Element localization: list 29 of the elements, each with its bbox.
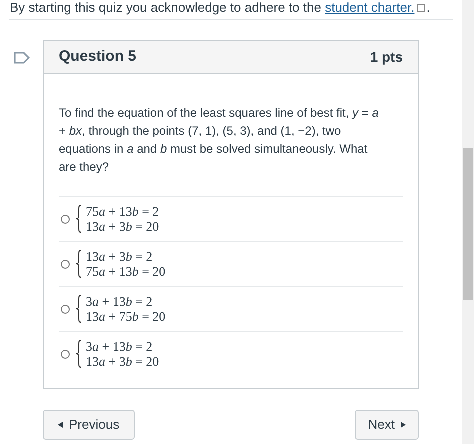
caret-left-icon: [58, 422, 63, 428]
brace-icon: [76, 205, 82, 233]
radio-button[interactable]: [61, 214, 70, 224]
equation: 13a + 3b = 2: [86, 249, 154, 264]
charter-link[interactable]: student charter.: [325, 0, 415, 15]
radio-button[interactable]: [61, 304, 70, 314]
scrollbar[interactable]: [462, 0, 474, 444]
scrollbar-thumb[interactable]: [463, 148, 473, 300]
radio-button[interactable]: [61, 260, 70, 268]
equation: 13a + 3b = 20: [86, 219, 160, 234]
caret-right-icon: [401, 422, 406, 428]
equation: 75a + 13b = 20: [86, 264, 166, 279]
question-title: Question 5: [59, 46, 137, 67]
radio-button[interactable]: [61, 350, 70, 358]
equation: 3a + 13b = 2: [86, 339, 154, 354]
equation: 13a + 75b = 20: [86, 309, 166, 324]
brace-icon: [76, 295, 82, 323]
brace-icon: [76, 340, 82, 368]
bookmark-flag-icon[interactable]: [14, 52, 30, 64]
previous-button[interactable]: Previous: [43, 410, 135, 440]
quiz-notice: By starting this quiz you acknowledge to adhere to the student charter. .: [10, 1, 432, 15]
question-points: 1 pts: [370, 48, 403, 67]
equation: 13a + 3b = 20: [86, 354, 160, 369]
next-button[interactable]: Next: [355, 410, 419, 440]
external-link-icon: [416, 4, 425, 12]
question-text: To find the equation of the least squares line of best fit, y = a + bx, through the points (7, 1), (5, 3), and (1, −2), two equations in a and b must be solved simultaneously. What are they?: [59, 105, 380, 176]
brace-icon: [76, 250, 82, 278]
equation: 75a + 13b = 2: [86, 204, 160, 219]
equation: 3a + 13b = 2: [86, 294, 154, 309]
